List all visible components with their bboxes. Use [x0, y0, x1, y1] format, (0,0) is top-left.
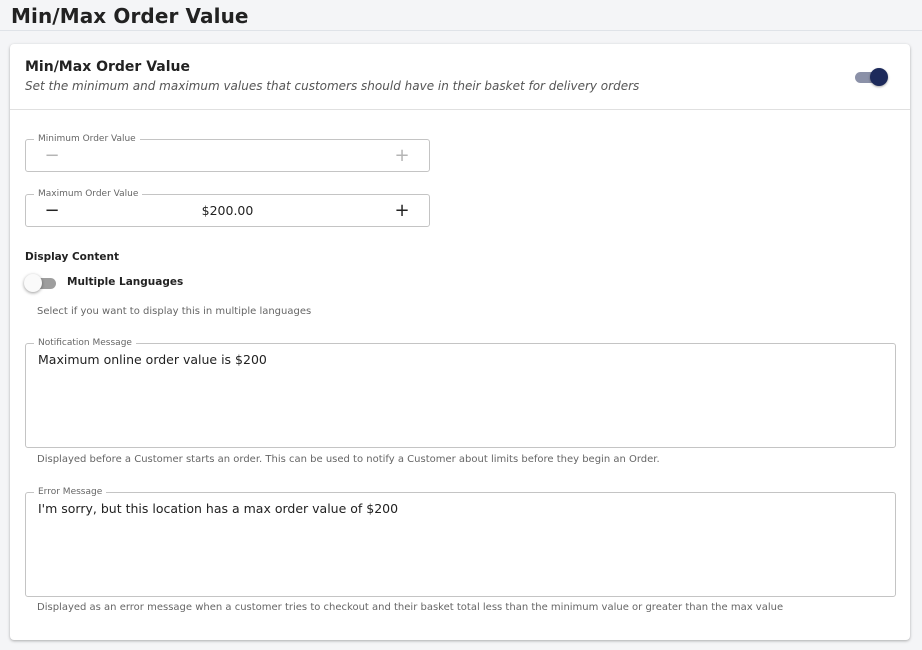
notification-message-helper: Displayed before a Customer starts an or…	[37, 454, 660, 465]
maximum-order-value-label: Maximum Order Value	[34, 187, 143, 201]
toggle-thumb	[24, 274, 42, 292]
multiple-languages-helper: Select if you want to display this in mu…	[37, 306, 312, 317]
error-message-helper: Displayed as an error message when a cus…	[37, 602, 784, 613]
toggle-thumb	[870, 68, 888, 86]
settings-card: Min/Max Order Value Set the minimum and …	[10, 44, 910, 640]
card-subtitle: Set the minimum and maximum values that …	[25, 79, 640, 93]
error-message-field[interactable]: Error Message I'm sorry, but this locati…	[25, 485, 896, 597]
display-content-heading: Display Content	[25, 251, 119, 263]
card-header: Min/Max Order Value Set the minimum and …	[10, 44, 910, 110]
maximum-order-value-field[interactable]: Maximum Order Value − $200.00 +	[25, 187, 430, 227]
multiple-languages-label: Multiple Languages	[67, 276, 184, 288]
notification-message-textarea[interactable]: Maximum online order value is $200	[38, 352, 267, 367]
maximum-order-value-input[interactable]: $200.00	[86, 203, 369, 218]
multiple-languages-toggle[interactable]	[24, 274, 58, 294]
maximum-increment-button[interactable]: +	[392, 201, 412, 221]
maximum-decrement-button[interactable]: −	[42, 201, 62, 221]
page-title: Min/Max Order Value	[11, 4, 249, 28]
error-message-label: Error Message	[34, 485, 107, 499]
card-title: Min/Max Order Value	[25, 59, 190, 75]
minimum-decrement-button[interactable]: −	[42, 146, 62, 166]
minimum-order-value-label: Minimum Order Value	[34, 132, 140, 146]
error-message-textarea[interactable]: I'm sorry, but this location has a max o…	[38, 501, 398, 516]
title-divider	[0, 30, 922, 31]
minimum-order-value-field[interactable]: Minimum Order Value − +	[25, 132, 430, 172]
minimum-increment-button[interactable]: +	[392, 146, 412, 166]
notification-message-label: Notification Message	[34, 336, 136, 350]
min-max-enabled-toggle[interactable]	[854, 67, 890, 87]
notification-message-field[interactable]: Notification Message Maximum online orde…	[25, 336, 896, 448]
